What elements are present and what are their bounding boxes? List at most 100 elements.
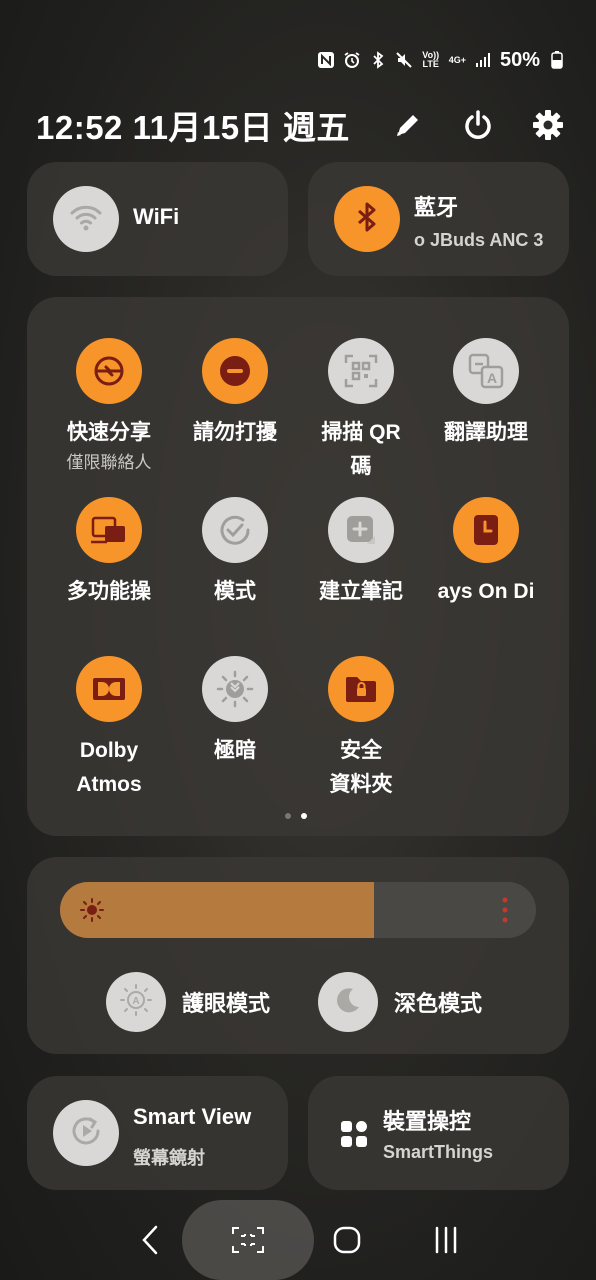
wifi-toggle[interactable] [53,186,119,252]
wifi-tile[interactable]: WiFi [27,162,288,276]
quick-tile-modes[interactable]: 模式 [172,497,298,609]
extra-dim-icon [215,669,255,709]
bluetooth-icon [350,200,384,239]
dark-mode-icon [333,985,363,1020]
quick-tile-label-line: 掃描 QR [321,421,401,444]
quick-tile-label: 極暗 [172,734,298,768]
wifi-icon [68,199,104,240]
page-indicator [285,813,307,819]
settings-icon[interactable] [530,107,566,143]
page-dot-1[interactable] [285,813,291,819]
brightness-fill [60,882,375,938]
quick-tile-sublabel: 僅限聯絡人 [66,453,152,472]
always-on-display-toggle[interactable] [453,497,519,563]
quick-tile-translate[interactable]: A 翻譯助理 [423,338,549,450]
svg-text:A: A [487,370,497,386]
eye-comfort-icon: A [119,983,153,1022]
quick-tile-qr-scan[interactable]: 掃描 QR 碼 [298,338,424,484]
edit-icon[interactable] [390,107,426,143]
create-note-toggle[interactable] [328,497,394,563]
device-control-icon [340,1120,368,1153]
smart-view-tile[interactable]: Smart View 螢幕鏡射 [27,1076,288,1190]
quick-tile-dolby[interactable]: Dolby Atmos [46,656,172,802]
multi-control-toggle[interactable] [76,497,142,563]
brightness-icon [80,898,104,927]
bluetooth-label: 藍牙 [414,195,459,220]
quick-tile-label: 建立筆記 [298,575,424,609]
qr-scan-toggle[interactable] [328,338,394,404]
translate-toggle[interactable]: A [453,338,519,404]
smart-view-icon [68,1113,104,1154]
quick-tile-label-line: 資料夾 [329,773,393,796]
always-on-display-icon [468,512,504,548]
quick-tile-multi-control[interactable]: 多功能操 [46,497,172,609]
signal-icon [474,51,492,69]
status-bar: Vo)) LTE 4G+ 50% [317,46,566,74]
quick-tile-secure-folder[interactable]: 安全 資料夾 [298,656,424,802]
quick-tile-label-line: Atmos [76,773,142,796]
date-time: 12:52 11月15日 週五 [36,109,350,146]
dark-mode-tile[interactable]: 深色模式 [318,972,482,1032]
dolby-toggle[interactable] [76,656,142,722]
recents-icon[interactable] [428,1222,464,1258]
smart-view-sub: 螢幕鏡射 [133,1148,205,1168]
qr-scan-icon [343,353,379,389]
eye-comfort-toggle[interactable]: A [106,972,166,1032]
do-not-disturb-icon [215,351,255,391]
extra-dim-toggle[interactable] [202,656,268,722]
quick-tile-label-line: Dolby [79,739,139,762]
back-icon[interactable] [132,1222,168,1258]
quick-tile-label: ays On Di [423,575,549,609]
modes-toggle[interactable] [202,497,268,563]
modes-icon [215,510,255,550]
network-label: 4G+ [448,54,466,65]
wifi-label: WiFi [133,204,180,229]
navigation-bar [0,1200,596,1280]
quick-tile-extra-dim[interactable]: 極暗 [172,656,298,768]
create-note-icon [343,512,379,548]
volte-label: Vo)) LTE [422,50,440,69]
quick-tile-create-note[interactable]: 建立筆記 [298,497,424,609]
dolby-icon [89,669,129,709]
eye-comfort-label: 護眼模式 [182,991,271,1016]
quick-tile-always-on-display[interactable]: ays On Di [423,497,549,609]
quick-tile-label-line: 極暗 [214,739,256,762]
quick-tile-quick-share[interactable]: 快速分享 僅限聯絡人 [46,338,172,473]
translate-icon: A [466,351,506,391]
eye-comfort-tile[interactable]: A 護眼模式 [106,972,270,1032]
quick-tile-label: Dolby Atmos [46,734,172,802]
bluetooth-tile[interactable]: 藍牙 o JBuds ANC 3 [308,162,569,276]
brightness-slider[interactable] [60,882,536,938]
quick-tile-label-line: 請勿打擾 [193,421,277,444]
dark-mode-label: 深色模式 [394,991,483,1016]
quick-tile-label: 模式 [172,575,298,609]
quick-tile-label: 翻譯助理 [423,416,549,450]
quick-tile-label-line: 模式 [214,580,256,603]
quick-tile-label-line: ays On Di [437,580,535,603]
alarm-icon [343,51,361,69]
bluetooth-icon [369,51,387,69]
home-icon[interactable] [329,1222,365,1258]
svg-text:A: A [132,996,139,1007]
brightness-more-icon[interactable] [502,896,508,929]
capture-icon[interactable] [230,1222,266,1258]
do-not-disturb-toggle[interactable] [202,338,268,404]
quick-share-toggle[interactable] [76,338,142,404]
page-dot-2[interactable] [301,813,307,819]
quick-tile-label: 掃描 QR 碼 [298,416,424,484]
quick-share-icon [90,352,128,390]
quick-panel-header: 12:52 11月15日 週五 [36,104,566,146]
bluetooth-toggle[interactable] [334,186,400,252]
dark-mode-toggle[interactable] [318,972,378,1032]
quick-tile-label-line: 建立筆記 [319,580,403,603]
device-control-tile[interactable]: 裝置操控 SmartThings [308,1076,569,1190]
power-icon[interactable] [460,107,496,143]
quick-tile-label-line: 碼 [350,455,372,478]
multi-control-icon [89,510,129,550]
quick-tile-do-not-disturb[interactable]: 請勿打擾 [172,338,298,450]
smart-view-label: Smart View [133,1104,252,1129]
device-control-label: 裝置操控 [383,1109,472,1134]
secure-folder-toggle[interactable] [328,656,394,722]
smart-view-toggle[interactable] [53,1100,119,1166]
battery-percent: 50% [499,48,540,71]
